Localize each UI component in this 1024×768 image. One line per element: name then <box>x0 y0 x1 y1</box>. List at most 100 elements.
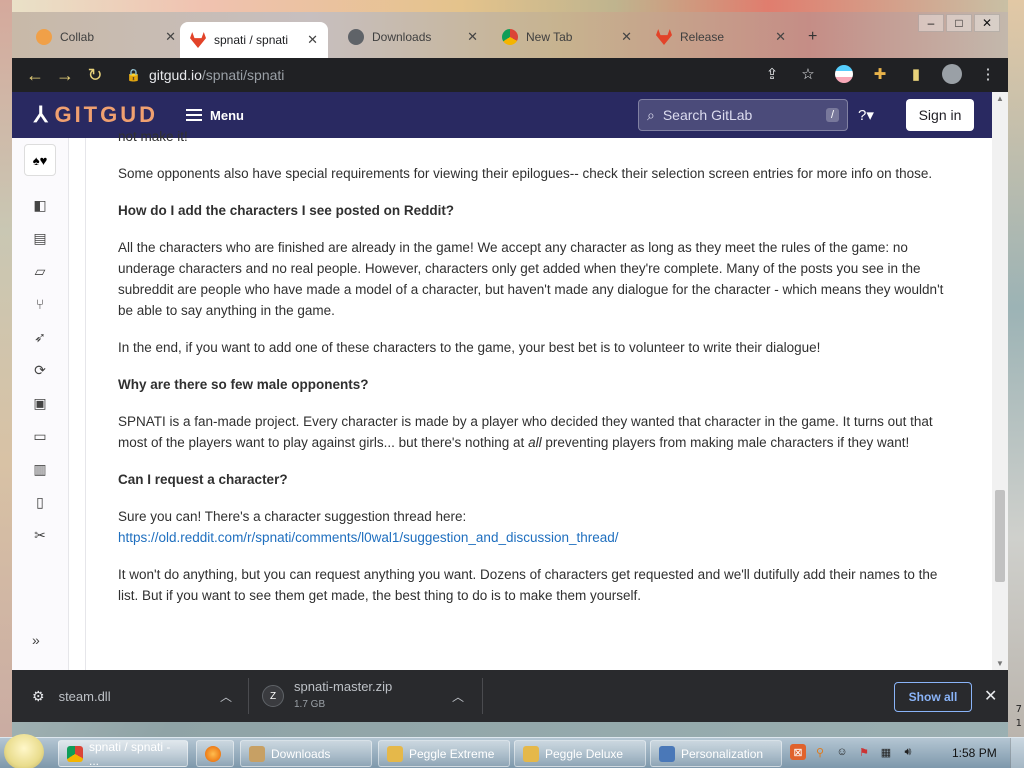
tab-release[interactable]: Release ✕ <box>646 22 796 52</box>
gitgud-logo-mark-icon: ⅄ <box>34 102 51 127</box>
taskbar-item-chrome[interactable]: spnati / spnati - ... <box>58 740 188 768</box>
menu-label: Menu <box>210 107 244 123</box>
paragraph: It won't do anything, but you can reques… <box>118 567 938 603</box>
flag-tray-icon[interactable]: ⚑ <box>856 744 872 760</box>
close-icon[interactable]: ✕ <box>165 29 176 45</box>
logo-text: GITGUD <box>54 102 159 127</box>
forward-icon[interactable]: → <box>50 60 80 90</box>
pride-extension-icon[interactable] <box>832 62 856 86</box>
monitor-icon <box>659 745 675 762</box>
deployments-icon[interactable]: ⟳ <box>31 361 49 379</box>
lock-icon[interactable]: 🔒 <box>126 68 141 82</box>
start-button[interactable] <box>4 734 44 768</box>
volume-icon[interactable]: 🔊︎ <box>900 744 916 760</box>
address-bar[interactable]: 🔒 gitgud.io/spnati/spnati <box>126 62 842 88</box>
tray-app-icon[interactable]: ⊠ <box>790 744 806 760</box>
close-icon[interactable]: ✕ <box>621 29 632 45</box>
monitor-icon[interactable]: ▭ <box>31 427 49 445</box>
tab-collab[interactable]: Collab ✕ <box>26 22 186 52</box>
back-icon[interactable]: ← <box>20 60 50 90</box>
taskbar-item-personalization[interactable]: Personalization <box>650 740 782 767</box>
tab-label: Downloads <box>372 30 432 44</box>
scroll-down-icon[interactable]: ▼ <box>996 659 1004 668</box>
analytics-icon[interactable]: ▥ <box>31 460 49 478</box>
menu-button[interactable]: Menu <box>186 108 244 123</box>
download-size: 1.7 GB <box>294 699 326 710</box>
taskbar-item-peggle-deluxe[interactable]: Peggle Deluxe <box>514 740 646 767</box>
close-icon[interactable]: ✕ <box>467 29 478 45</box>
scrollbar-thumb[interactable] <box>995 490 1005 582</box>
close-icon[interactable]: ✕ <box>307 32 318 48</box>
search-tray-icon[interactable]: ⚲ <box>812 744 828 760</box>
paragraph: In the end, if you want to add one of th… <box>118 340 821 355</box>
taskbar-label: Personalization <box>681 746 764 761</box>
url-path: /spnati/spnati <box>201 67 285 83</box>
search-shortcut-badge: / <box>825 108 839 122</box>
desktop-side-text: 1 <box>1015 718 1022 729</box>
chevron-up-icon[interactable]: ︿ <box>452 688 464 705</box>
paragraph: SPNATI is a fan-made project. Every char… <box>118 411 948 453</box>
tab-downloads[interactable]: Downloads ✕ <box>338 22 488 52</box>
issues-icon[interactable]: ▱ <box>31 262 49 280</box>
windows-taskbar: spnati / spnati - ... Downloads Peggle E… <box>0 734 1024 768</box>
merge-requests-icon[interactable]: ⑂ <box>31 295 49 313</box>
minimize-icon[interactable]: – <box>918 14 944 32</box>
window-controls: – □ ✕ <box>918 14 1000 32</box>
search-icon: ⌕ <box>647 106 655 123</box>
new-tab-icon[interactable]: + <box>808 28 817 46</box>
paragraph: Sure you can! There's a character sugges… <box>118 506 948 548</box>
divider <box>482 678 483 714</box>
show-all-downloads-button[interactable]: Show all <box>894 682 972 712</box>
kebab-menu-icon[interactable]: ⋮ <box>976 62 1000 86</box>
steam-icon: ⚙ <box>32 687 45 704</box>
wiki-icon[interactable]: ▯ <box>31 493 49 511</box>
close-icon[interactable]: ✕ <box>775 29 786 45</box>
show-desktop-button[interactable] <box>1010 738 1024 768</box>
download-item-spnati-zip[interactable]: Z spnati-master.zip 1.7 GB ︿ <box>262 670 472 722</box>
side-panel-icon[interactable]: ▮ <box>904 62 928 86</box>
faq-heading: Can I request a character? <box>118 472 288 487</box>
reddit-suggestion-link[interactable]: https://old.reddit.com/r/spnati/comments… <box>118 530 619 545</box>
tab-new-tab[interactable]: New Tab ✕ <box>492 22 642 52</box>
reload-icon[interactable]: ↻ <box>80 60 110 90</box>
scroll-up-icon[interactable]: ▲ <box>996 94 1004 103</box>
clock[interactable]: 1:58 PM <box>952 746 997 760</box>
taskbar-item-firefox[interactable] <box>196 740 234 767</box>
close-icon[interactable]: ✕ <box>984 686 997 706</box>
search-placeholder: Search GitLab <box>662 107 753 123</box>
download-name: spnati-master.zip <box>294 679 393 694</box>
browser-window: Collab ✕ spnati / spnati ✕ Downloads ✕ N… <box>12 12 1008 722</box>
project-avatar[interactable]: ♠♥ <box>24 144 56 176</box>
network-icon[interactable]: ▦ <box>878 744 894 760</box>
download-item-steam-dll[interactable]: ⚙ steam.dll ︿ <box>32 670 232 722</box>
tab-label: Release <box>680 30 725 44</box>
share-icon[interactable]: ⇪ <box>760 62 784 86</box>
snippets-scissors-icon[interactable]: ✂ <box>31 526 49 544</box>
paragraph: not make it! <box>118 129 188 144</box>
collapse-sidebar-icon[interactable]: » <box>32 632 40 648</box>
chrome-icon <box>67 745 83 762</box>
taskbar-item-downloads[interactable]: Downloads <box>240 740 372 767</box>
page-scrollbar[interactable]: ▲ ▼ <box>992 92 1008 670</box>
desktop-wallpaper-right: 7 1 <box>1008 0 1024 768</box>
taskbar-item-peggle-extreme[interactable]: Peggle Extreme <box>378 740 510 767</box>
ci-cd-rocket-icon[interactable]: ➶ <box>31 328 49 346</box>
extensions-puzzle-icon[interactable]: ✚ <box>868 62 892 86</box>
help-icon[interactable]: ?▾ <box>858 106 874 124</box>
faq-heading: Why are there so few male opponents? <box>118 377 369 392</box>
gitgud-logo[interactable]: ⅄ GITGUD <box>34 102 158 128</box>
emoji-tray-icon[interactable]: ☺ <box>834 744 850 760</box>
maximize-icon[interactable]: □ <box>946 14 972 32</box>
repository-icon[interactable]: ▤ <box>31 229 49 247</box>
close-window-icon[interactable]: ✕ <box>974 14 1000 32</box>
download-shelf: ⚙ steam.dll ︿ Z spnati-master.zip 1.7 GB… <box>12 670 1008 722</box>
chevron-up-icon[interactable]: ︿ <box>220 688 232 705</box>
project-overview-icon[interactable]: ◧ <box>31 196 49 214</box>
faq-heading: How do I add the characters I see posted… <box>118 203 455 218</box>
profile-avatar-icon[interactable] <box>940 62 964 86</box>
download-name: steam.dll <box>58 688 111 704</box>
firefox-icon <box>205 745 221 762</box>
tab-spnati[interactable]: spnati / spnati ✕ <box>180 22 328 58</box>
packages-icon[interactable]: ▣ <box>31 394 49 412</box>
bookmark-star-icon[interactable]: ☆ <box>796 62 820 86</box>
